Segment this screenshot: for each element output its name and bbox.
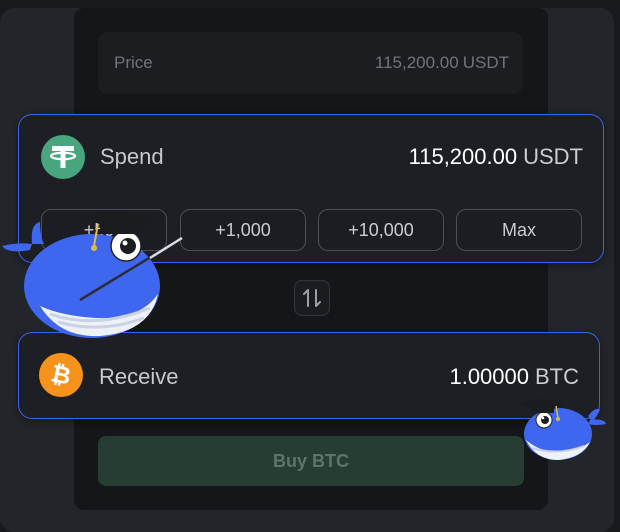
quick-amount-10000-button[interactable]: +10,000 bbox=[318, 209, 444, 251]
spend-unit: USDT bbox=[523, 144, 583, 169]
max-button[interactable]: Max bbox=[456, 209, 582, 251]
spend-amount[interactable]: 115,200.00 bbox=[409, 144, 517, 169]
tether-icon bbox=[41, 135, 85, 179]
swap-arrows-icon bbox=[303, 289, 321, 307]
receive-unit: BTC bbox=[535, 364, 579, 389]
price-value: 115,200.00 bbox=[374, 53, 459, 72]
whale-mascot-large bbox=[2, 210, 183, 338]
price-label: Price bbox=[114, 53, 153, 72]
price-value-text: 115,200.00 USDT bbox=[375, 32, 509, 94]
price-row: Price 115,200.00 USDT bbox=[98, 32, 523, 94]
spend-label: Spend bbox=[100, 144, 164, 169]
buy-btc-button[interactable]: Buy BTC bbox=[98, 436, 524, 486]
spend-amount-text[interactable]: 115,200.00 USDT bbox=[409, 144, 583, 170]
bitcoin-icon: ₿ bbox=[39, 353, 83, 397]
quick-amount-1000-button[interactable]: +1,000 bbox=[180, 209, 306, 251]
receive-label: Receive bbox=[99, 364, 179, 389]
whale-mascot-small bbox=[520, 398, 606, 460]
price-unit: USDT bbox=[462, 53, 509, 72]
receive-amount-text[interactable]: 1.00000 BTC bbox=[449, 364, 579, 390]
swap-button[interactable] bbox=[294, 280, 330, 316]
receive-amount[interactable]: 1.00000 bbox=[449, 364, 529, 389]
